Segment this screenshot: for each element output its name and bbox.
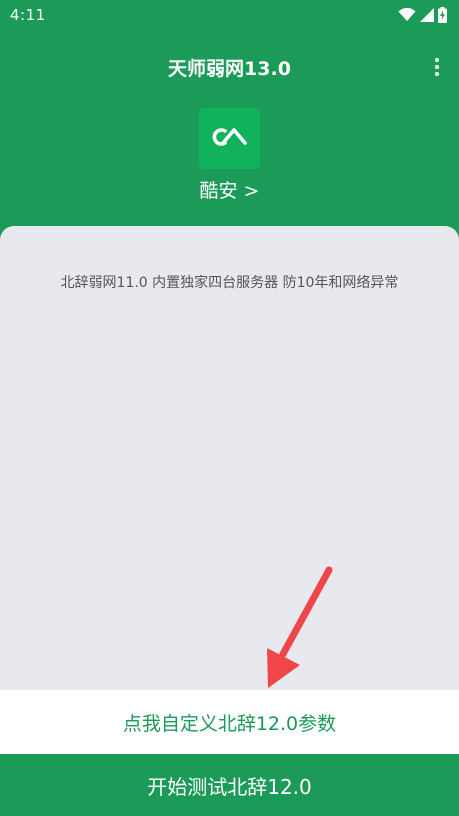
- battery-charging-icon: [438, 7, 447, 23]
- coolapk-logo-icon: [210, 125, 250, 153]
- status-bar: 4:11: [0, 0, 459, 32]
- more-vert-icon-dot: [435, 65, 439, 69]
- start-test-label: 开始测试北辞12.0: [147, 774, 312, 799]
- app-title: 天师弱网13.0: [168, 58, 291, 80]
- coolapk-link[interactable]: 酷安 >: [0, 176, 459, 203]
- more-options-button[interactable]: [431, 54, 443, 80]
- more-vert-icon: [435, 58, 439, 62]
- annotation-arrow-icon: [260, 566, 340, 700]
- custom-params-button[interactable]: 点我自定义北辞12.0参数: [0, 690, 459, 754]
- status-time: 4:11: [10, 6, 46, 24]
- content-card: 北辞弱网11.0 内置独家四台服务器 防10年和网络异常: [0, 226, 459, 696]
- start-test-button[interactable]: 开始测试北辞12.0: [0, 754, 459, 816]
- signal-icon: [420, 8, 434, 22]
- wifi-icon: [398, 8, 416, 22]
- app-bar: 天师弱网13.0: [0, 32, 459, 102]
- description-text: 北辞弱网11.0 内置独家四台服务器 防10年和网络异常: [60, 275, 399, 291]
- more-vert-icon-dot: [435, 72, 439, 76]
- coolapk-logo-button[interactable]: [199, 108, 260, 169]
- custom-params-label: 点我自定义北辞12.0参数: [122, 712, 337, 735]
- status-icons: [398, 6, 447, 24]
